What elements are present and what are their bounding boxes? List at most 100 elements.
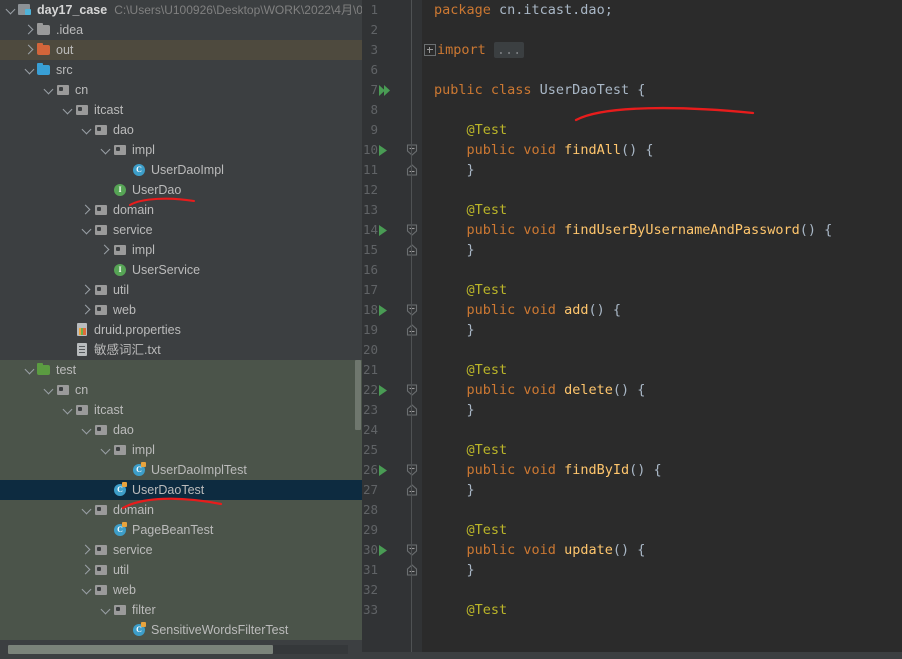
chevron-down-icon[interactable] [99, 440, 112, 460]
tree-item-day17-case[interactable]: day17_case C:\Users\U100926\Desktop\WORK\… [0, 0, 362, 20]
run-test-icon[interactable] [378, 540, 392, 560]
tree-item-impl[interactable]: impl [0, 240, 362, 260]
fold-collapse-icon[interactable] [406, 220, 418, 240]
fold-collapse-icon[interactable] [406, 460, 418, 480]
code-line[interactable]: } [434, 400, 475, 420]
tree-item-sensitivewordsfiltertest[interactable]: SensitiveWordsFilterTest [0, 620, 362, 640]
run-test-icon[interactable] [378, 380, 392, 400]
chevron-down-icon[interactable] [61, 400, 74, 420]
tree-item-userdaoimpl[interactable]: UserDaoImpl [0, 160, 362, 180]
code-line[interactable]: @Test [434, 520, 508, 540]
project-tool-window[interactable]: day17_case C:\Users\U100926\Desktop\WORK\… [0, 0, 362, 659]
chevron-down-icon[interactable] [80, 120, 93, 140]
fold-end-icon[interactable] [406, 400, 418, 420]
tree-item-web[interactable]: web [0, 580, 362, 600]
fold-end-icon[interactable] [406, 560, 418, 580]
chevron-down-icon[interactable] [4, 0, 17, 20]
fold-end-icon[interactable] [406, 480, 418, 500]
fold-collapse-icon[interactable] [406, 300, 418, 320]
tree-item-src[interactable]: src [0, 60, 362, 80]
code-line[interactable]: } [434, 560, 475, 580]
tree-item-filter[interactable]: filter [0, 600, 362, 620]
fold-collapse-icon[interactable] [406, 540, 418, 560]
tree-item-impl[interactable]: impl [0, 140, 362, 160]
tree-item-cn[interactable]: cn [0, 80, 362, 100]
run-all-tests-icon[interactable] [378, 80, 392, 100]
code-line[interactable]: @Test [434, 360, 508, 380]
fold-collapse-icon[interactable] [406, 40, 418, 60]
chevron-down-icon[interactable] [80, 580, 93, 600]
tree-item-itcast[interactable]: itcast [0, 100, 362, 120]
tree-item-domain[interactable]: domain [0, 500, 362, 520]
code-line[interactable]: public void findById() { [434, 460, 662, 480]
fold-end-icon[interactable] [406, 160, 418, 180]
fold-end-icon[interactable] [406, 240, 418, 260]
tree-item-impl[interactable]: impl [0, 440, 362, 460]
tree-item-service[interactable]: service [0, 540, 362, 560]
chevron-right-icon[interactable] [23, 20, 36, 40]
fold-collapse-icon[interactable] [406, 380, 418, 400]
chevron-right-icon[interactable] [80, 300, 93, 320]
tree-item-userdaotest[interactable]: UserDaoTest [0, 480, 362, 500]
tree-item-druid-properties[interactable]: druid.properties [0, 320, 362, 340]
chevron-right-icon[interactable] [80, 560, 93, 580]
code-line[interactable]: @Test [434, 200, 508, 220]
chevron-down-icon[interactable] [42, 80, 55, 100]
code-line[interactable]: public class UserDaoTest { [434, 80, 645, 100]
run-test-icon[interactable] [378, 460, 392, 480]
chevron-right-icon[interactable] [80, 540, 93, 560]
project-tree-vertical-scrollbar[interactable] [355, 360, 361, 430]
fold-collapse-icon[interactable] [406, 140, 418, 160]
chevron-right-icon[interactable] [23, 40, 36, 60]
code-line[interactable]: } [434, 240, 475, 260]
code-editor[interactable]: 1 2 3 6 7 8 9 10 11 12 13 14 15 16 17 18 19 20 21 22 23 24 25 2… [362, 0, 902, 659]
editor-gutter[interactable]: 1 2 3 6 7 8 9 10 11 12 13 14 15 16 17 18 19 20 21 22 23 24 25 2… [362, 0, 422, 659]
chevron-right-icon[interactable] [80, 280, 93, 300]
tree-item-cn[interactable]: cn [0, 380, 362, 400]
scrollbar-thumb[interactable] [8, 645, 273, 654]
run-test-icon[interactable] [378, 220, 392, 240]
tree-item-test[interactable]: test [0, 360, 362, 380]
chevron-down-icon[interactable] [23, 60, 36, 80]
tree-item-pagebeantest[interactable]: PageBeanTest [0, 520, 362, 540]
code-line[interactable]: public void add() { [434, 300, 621, 320]
editor-code-area[interactable]: package cn.itcast.dao; import ... public c… [422, 0, 902, 659]
chevron-down-icon[interactable] [99, 140, 112, 160]
code-line[interactable]: } [434, 320, 475, 340]
chevron-down-icon[interactable] [42, 380, 55, 400]
tree-item-dao[interactable]: dao [0, 420, 362, 440]
chevron-right-icon[interactable] [99, 240, 112, 260]
tree-item--txt[interactable]: 敏感词汇.txt [0, 340, 362, 360]
code-line[interactable]: @Test [434, 440, 508, 460]
code-line[interactable]: @Test [434, 280, 508, 300]
code-line[interactable]: public void findUserByUsernameAndPasswor… [434, 220, 833, 240]
chevron-down-icon[interactable] [61, 100, 74, 120]
tree-item-dao[interactable]: dao [0, 120, 362, 140]
tree-item-util[interactable]: util [0, 280, 362, 300]
fold-expand-icon[interactable] [424, 44, 436, 56]
tree-item-userdaoimpltest[interactable]: UserDaoImplTest [0, 460, 362, 480]
chevron-down-icon[interactable] [80, 220, 93, 240]
code-line[interactable]: public void findAll() { [434, 140, 654, 160]
tree-item-service[interactable]: service [0, 220, 362, 240]
code-line[interactable]: import ... [424, 40, 525, 60]
chevron-down-icon[interactable] [99, 600, 112, 620]
chevron-down-icon[interactable] [23, 360, 36, 380]
code-line[interactable]: public void delete() { [434, 380, 646, 400]
code-line[interactable]: @Test [434, 600, 508, 620]
tree-item-web[interactable]: web [0, 300, 362, 320]
code-line[interactable]: package cn.itcast.dao; [434, 0, 613, 20]
tree-item-domain[interactable]: domain [0, 200, 362, 220]
code-line[interactable]: @Test [434, 120, 508, 140]
tree-item--idea[interactable]: .idea [0, 20, 362, 40]
fold-end-icon[interactable] [406, 320, 418, 340]
chevron-down-icon[interactable] [80, 500, 93, 520]
code-line[interactable]: public void update() { [434, 540, 646, 560]
tree-item-util[interactable]: util [0, 560, 362, 580]
chevron-down-icon[interactable] [80, 420, 93, 440]
project-tree[interactable]: day17_case C:\Users\U100926\Desktop\WORK\… [0, 0, 362, 640]
run-test-icon[interactable] [378, 140, 392, 160]
tree-item-userservice[interactable]: UserService [0, 260, 362, 280]
tree-item-itcast[interactable]: itcast [0, 400, 362, 420]
code-line[interactable]: } [434, 480, 475, 500]
